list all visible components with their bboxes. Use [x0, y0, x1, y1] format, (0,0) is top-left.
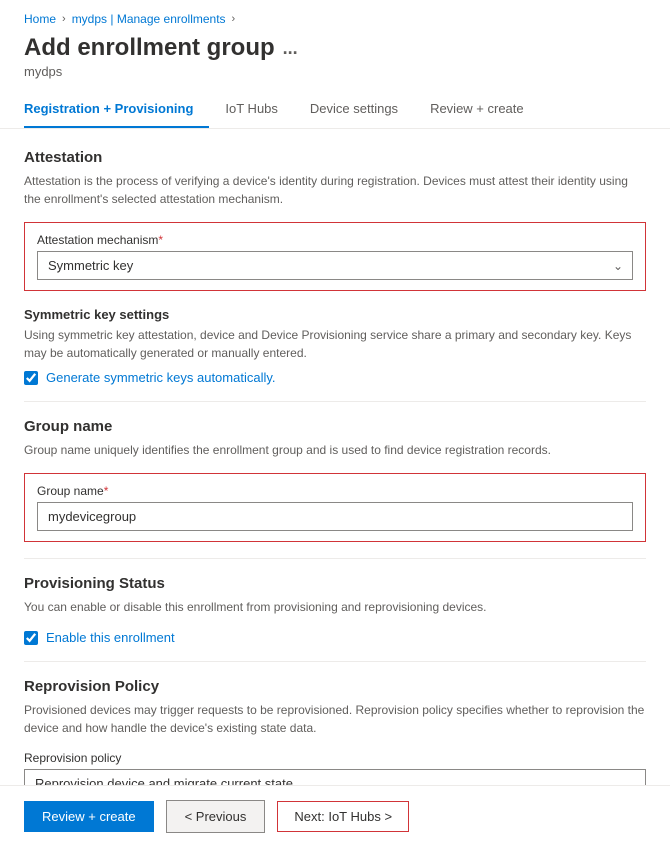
- mechanism-select-wrapper: Symmetric key X.509 certificates TPM ⌄: [37, 251, 633, 280]
- tab-registration-provisioning[interactable]: Registration + Provisioning: [24, 91, 209, 128]
- reprovision-desc: Provisioned devices may trigger requests…: [24, 701, 646, 737]
- breadcrumb-home[interactable]: Home: [24, 12, 56, 26]
- reprovision-policy-label: Reprovision policy: [24, 751, 646, 765]
- attestation-title: Attestation: [24, 149, 646, 166]
- group-name-label: Group name*: [37, 484, 633, 498]
- symmetric-key-title: Symmetric key settings: [24, 307, 646, 322]
- breadcrumb-sep-1: ›: [62, 13, 66, 25]
- group-name-title: Group name: [24, 418, 646, 435]
- tab-review-create[interactable]: Review + create: [414, 91, 540, 128]
- tab-device-settings[interactable]: Device settings: [294, 91, 414, 128]
- attestation-desc: Attestation is the process of verifying …: [24, 172, 646, 208]
- provisioning-status-desc: You can enable or disable this enrollmen…: [24, 598, 646, 616]
- group-name-section: Group name Group name uniquely identifie…: [24, 418, 646, 542]
- provisioning-status-section: Provisioning Status You can enable or di…: [24, 575, 646, 645]
- symmetric-key-desc: Using symmetric key attestation, device …: [24, 326, 646, 362]
- auto-generate-keys-label[interactable]: Generate symmetric keys automatically.: [46, 370, 276, 385]
- attestation-mechanism-group: Attestation mechanism* Symmetric key X.5…: [24, 222, 646, 291]
- page-header: Add enrollment group ... mydps: [0, 30, 670, 79]
- enable-enrollment-checkbox[interactable]: [24, 631, 38, 645]
- breadcrumb-sep-2: ›: [232, 13, 236, 25]
- auto-generate-keys-checkbox[interactable]: [24, 371, 38, 385]
- symmetric-key-settings: Symmetric key settings Using symmetric k…: [24, 307, 646, 385]
- next-button[interactable]: Next: IoT Hubs >: [277, 801, 409, 832]
- page-title-more[interactable]: ...: [283, 38, 298, 59]
- enable-enrollment-row: Enable this enrollment: [24, 630, 646, 645]
- footer: Review + create < Previous Next: IoT Hub…: [0, 785, 670, 847]
- breadcrumb-mydps[interactable]: mydps | Manage enrollments: [72, 12, 226, 26]
- reprovision-title: Reprovision Policy: [24, 678, 646, 695]
- main-content: Attestation Attestation is the process o…: [0, 129, 670, 849]
- enable-enrollment-label[interactable]: Enable this enrollment: [46, 630, 175, 645]
- group-name-input[interactable]: [37, 502, 633, 531]
- group-name-desc: Group name uniquely identifies the enrol…: [24, 441, 646, 459]
- provisioning-status-title: Provisioning Status: [24, 575, 646, 592]
- review-create-button[interactable]: Review + create: [24, 801, 154, 832]
- divider-2: [24, 558, 646, 559]
- divider-3: [24, 661, 646, 662]
- group-name-field-group: Group name*: [24, 473, 646, 542]
- group-name-required: *: [104, 484, 109, 498]
- tabs-bar: Registration + Provisioning IoT Hubs Dev…: [0, 91, 670, 129]
- breadcrumb: Home › mydps | Manage enrollments ›: [0, 0, 670, 30]
- tab-iot-hubs[interactable]: IoT Hubs: [209, 91, 294, 128]
- mechanism-select[interactable]: Symmetric key X.509 certificates TPM: [37, 251, 633, 280]
- mechanism-label: Attestation mechanism*: [37, 233, 633, 247]
- page-subtitle: mydps: [24, 64, 646, 79]
- reprovision-section: Reprovision Policy Provisioned devices m…: [24, 678, 646, 798]
- divider-1: [24, 401, 646, 402]
- auto-generate-keys-row: Generate symmetric keys automatically.: [24, 370, 646, 385]
- previous-button[interactable]: < Previous: [166, 800, 266, 833]
- page-title-text: Add enrollment group: [24, 34, 275, 62]
- attestation-section: Attestation Attestation is the process o…: [24, 149, 646, 385]
- mechanism-required: *: [158, 233, 163, 247]
